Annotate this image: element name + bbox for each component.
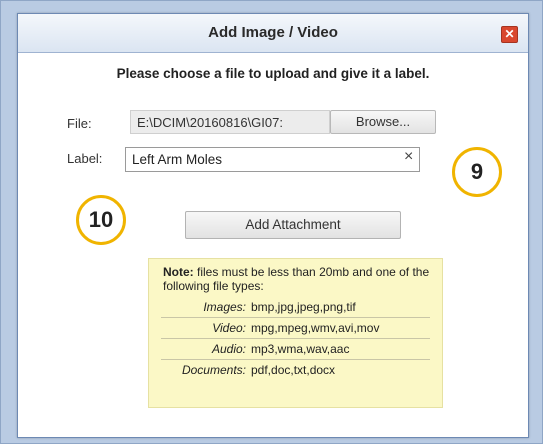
dialog-title: Add Image / Video xyxy=(208,24,338,41)
file-type-row: Video: mpg,mpeg,wmv,avi,mov xyxy=(161,318,430,339)
file-path-field[interactable]: E:\DCIM\20160816\GI07: xyxy=(130,110,330,134)
file-type-name: Audio: xyxy=(211,342,246,356)
file-type-values: bmp,jpg,jpeg,png,tif xyxy=(251,300,356,314)
file-requirements-note: Note: files must be less than 20mb and o… xyxy=(148,258,443,408)
callout-badge-9: 9 xyxy=(452,147,502,197)
file-type-name: Video: xyxy=(212,321,246,335)
file-type-list: Images: bmp,jpg,jpeg,png,tif Video: mpg,… xyxy=(157,297,434,380)
file-type-values: mpg,mpeg,wmv,avi,mov xyxy=(251,321,380,335)
note-prefix: Note: xyxy=(163,265,194,279)
callout-badge-10: 10 xyxy=(76,195,126,245)
label-input[interactable]: Left Arm Moles xyxy=(125,147,420,172)
instructions-text: Please choose a file to upload and give … xyxy=(116,66,430,81)
file-type-row: Images: bmp,jpg,jpeg,png,tif xyxy=(161,297,430,318)
label-label: Label: xyxy=(67,151,103,166)
file-type-row: Documents: pdf,doc,txt,docx xyxy=(161,360,430,380)
add-attachment-button[interactable]: Add Attachment xyxy=(185,211,401,239)
file-type-values: pdf,doc,txt,docx xyxy=(251,363,336,377)
file-type-name: Documents: xyxy=(181,363,246,377)
file-label: File: xyxy=(67,116,92,131)
dialog-titlebar: Add Image / Video ✕ xyxy=(18,14,528,53)
browse-button[interactable]: Browse... xyxy=(330,110,436,134)
file-type-values: mp3,wma,wav,aac xyxy=(251,342,350,356)
file-type-row: Audio: mp3,wma,wav,aac xyxy=(161,339,430,360)
close-icon[interactable]: ✕ xyxy=(501,26,518,43)
window-frame: Add Image / Video ✕ Please choose a file… xyxy=(0,0,543,444)
note-text: files must be less than 20mb and one of … xyxy=(163,265,430,293)
note-header: Note: files must be less than 20mb and o… xyxy=(163,265,434,293)
clear-icon[interactable]: × xyxy=(404,148,413,166)
file-type-name: Images: xyxy=(203,300,246,314)
